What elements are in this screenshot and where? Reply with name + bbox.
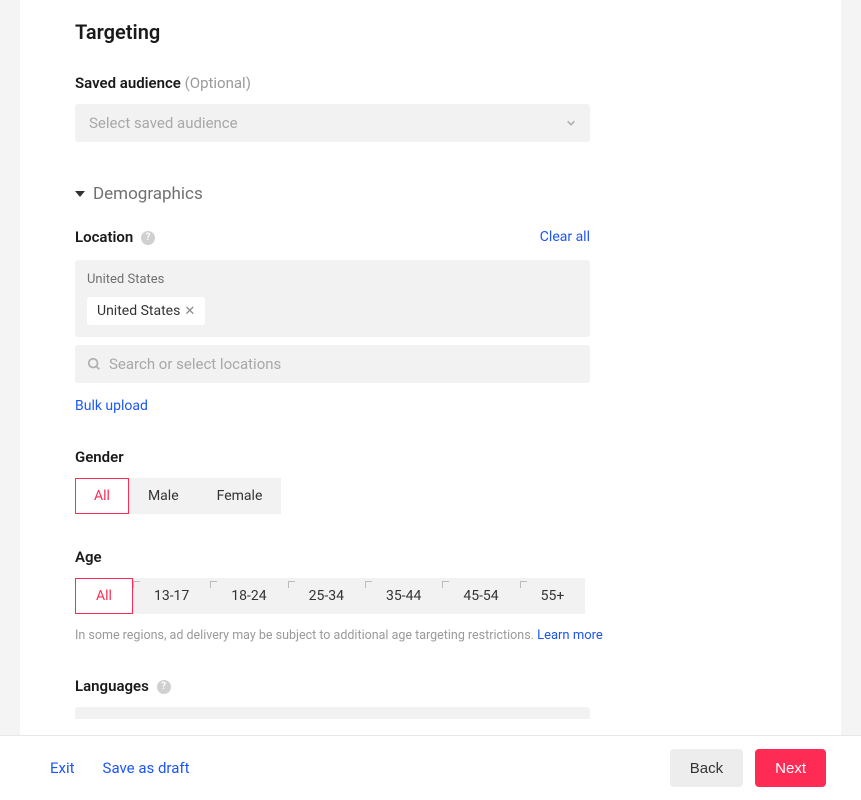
location-label: Location ? (75, 228, 155, 246)
age-option-45-54[interactable]: 45-54 (442, 578, 519, 614)
location-label-row: Location ? Clear all (75, 228, 590, 246)
location-tag-text: United States (97, 303, 180, 319)
gender-group: Gender All Male Female (75, 448, 786, 514)
location-search-input[interactable]: Search or select locations (75, 345, 590, 383)
next-button[interactable]: Next (755, 749, 826, 787)
demographics-title: Demographics (93, 184, 203, 204)
age-note: In some regions, ad delivery may be subj… (75, 628, 786, 643)
main-panel: Targeting Saved audience (Optional) Sele… (20, 0, 841, 735)
age-option-55plus[interactable]: 55+ (520, 578, 586, 614)
save-draft-link[interactable]: Save as draft (103, 759, 190, 777)
age-learn-more-link[interactable]: Learn more (537, 628, 603, 643)
saved-audience-group: Saved audience (Optional) Select saved a… (75, 74, 786, 142)
location-search-placeholder: Search or select locations (109, 355, 281, 373)
location-box: United States United States ✕ (75, 260, 590, 337)
gender-option-male[interactable]: Male (129, 478, 198, 514)
age-option-25-34[interactable]: 25-34 (288, 578, 365, 614)
footer-right: Back Next (670, 749, 826, 787)
languages-label-text: Languages (75, 677, 149, 695)
clear-all-link[interactable]: Clear all (540, 229, 590, 245)
age-option-35-44[interactable]: 35-44 (365, 578, 442, 614)
age-group: Age All 13-17 18-24 25-34 35-44 45-54 55… (75, 548, 786, 643)
gender-toggle-group: All Male Female (75, 478, 281, 514)
back-button[interactable]: Back (670, 749, 743, 787)
age-option-18-24[interactable]: 18-24 (210, 578, 287, 614)
languages-group: Languages ? (75, 677, 786, 719)
location-country-label: United States (87, 272, 578, 287)
bulk-upload-link[interactable]: Bulk upload (75, 398, 148, 414)
gender-option-all[interactable]: All (75, 478, 129, 514)
info-icon[interactable]: ? (157, 680, 171, 694)
demographics-header[interactable]: Demographics (75, 184, 786, 204)
info-icon[interactable]: ? (141, 231, 155, 245)
location-tag: United States ✕ (87, 297, 205, 325)
saved-audience-optional: (Optional) (185, 74, 251, 92)
caret-down-icon (75, 191, 85, 197)
age-option-all[interactable]: All (75, 578, 133, 614)
age-option-13-17[interactable]: 13-17 (133, 578, 210, 614)
saved-audience-label: Saved audience (Optional) (75, 74, 786, 92)
gender-label: Gender (75, 448, 786, 466)
bulk-upload-row: Bulk upload (75, 395, 786, 414)
exit-link[interactable]: Exit (50, 759, 75, 777)
saved-audience-select[interactable]: Select saved audience (75, 104, 590, 142)
saved-audience-placeholder: Select saved audience (89, 114, 238, 132)
languages-label: Languages ? (75, 677, 786, 695)
languages-select[interactable] (75, 707, 590, 719)
saved-audience-label-text: Saved audience (75, 74, 181, 92)
age-label: Age (75, 548, 786, 566)
age-toggle-group: All 13-17 18-24 25-34 35-44 45-54 55+ (75, 578, 585, 614)
location-label-text: Location (75, 228, 133, 246)
page-title: Targeting (75, 20, 786, 44)
search-icon (87, 357, 101, 371)
chevron-down-icon (566, 118, 576, 128)
gender-option-female[interactable]: Female (198, 478, 282, 514)
footer-bar: Exit Save as draft Back Next (0, 735, 861, 800)
close-icon[interactable]: ✕ (184, 304, 195, 319)
location-group: Location ? Clear all United States Unite… (75, 228, 786, 414)
age-note-text: In some regions, ad delivery may be subj… (75, 628, 537, 643)
footer-left: Exit Save as draft (50, 759, 189, 777)
